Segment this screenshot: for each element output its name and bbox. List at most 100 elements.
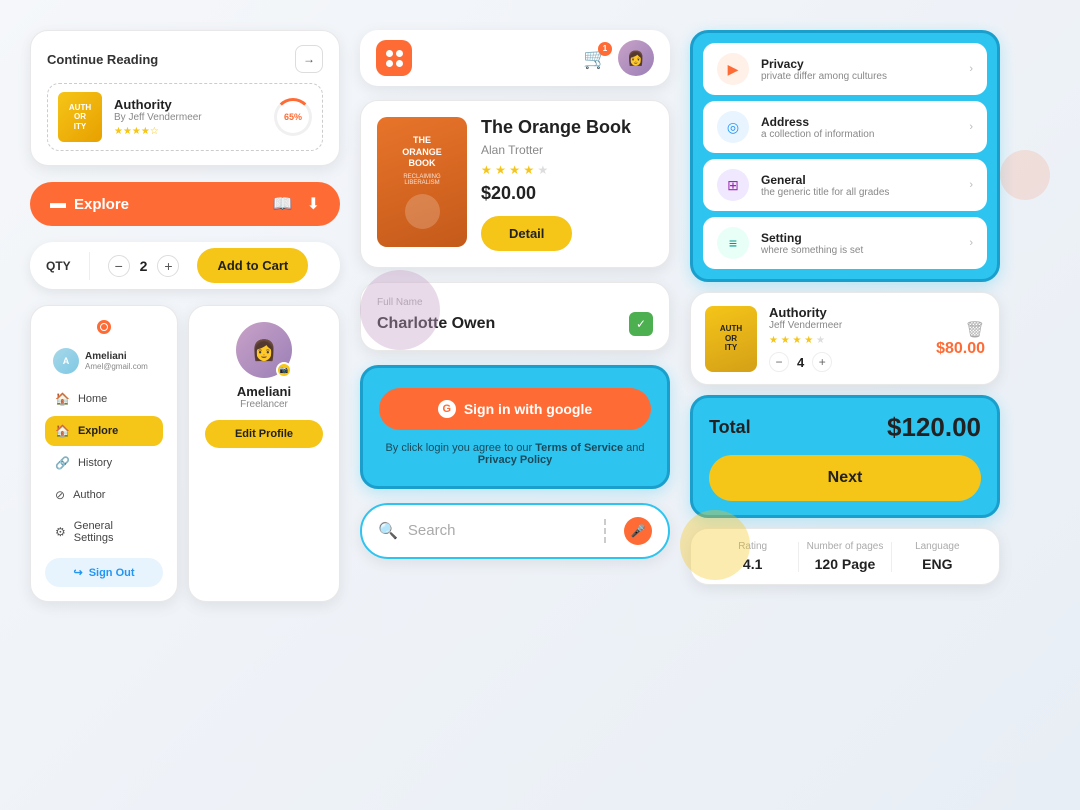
cart-book-title: Authority — [769, 305, 924, 320]
setting-sub: where something is set — [761, 245, 957, 256]
star-2: ★ — [495, 163, 506, 177]
sidebar-item-explore[interactable]: 🏠 Explore — [45, 416, 163, 446]
progress-value: 65% — [284, 112, 302, 122]
detail-button[interactable]: Detail — [481, 216, 572, 251]
total-label: Total — [709, 417, 751, 438]
settings-item-general[interactable]: ⊞ General the generic title for all grad… — [703, 159, 987, 211]
sidebar-item-general-settings[interactable]: ⚙ General Settings — [45, 512, 163, 552]
privacy-title: Privacy — [761, 57, 957, 71]
sidebar-item-author[interactable]: ⊘ Author — [45, 480, 163, 510]
history-icon: 🔗 — [55, 456, 70, 470]
stat-pages: Number of pages 120 Page — [799, 541, 890, 572]
header-bar: 🛒 1 👩 — [360, 30, 670, 86]
header-avatar[interactable]: 👩 — [618, 40, 654, 76]
cart-qty-row: − 4 + — [769, 352, 924, 372]
add-to-cart-button[interactable]: Add to Cart — [197, 248, 308, 283]
column-3: ▶ Privacy private differ among cultures … — [680, 30, 1010, 780]
privacy-policy-link[interactable]: Privacy Policy — [478, 454, 553, 466]
search-input[interactable]: Search — [408, 522, 586, 539]
book-thumbnail: AUTHORITY — [58, 92, 102, 142]
cart-badge: 1 — [598, 42, 612, 56]
book-cover-large: THEORANGEBOOK RECLAIMING LIBERALISM — [377, 117, 467, 247]
book-cover-figure — [405, 194, 440, 229]
profile-name: Ameliani — [205, 384, 323, 399]
menu-dot-2 — [396, 50, 403, 57]
rating-value: 4.1 — [707, 556, 798, 572]
menu-dot-4 — [396, 60, 403, 67]
star-1: ★ — [481, 163, 492, 177]
general-text: General the generic title for all grades — [761, 173, 957, 198]
general-settings-label: General Settings — [74, 520, 153, 544]
google-signin-button[interactable]: G Sign in with google — [379, 388, 651, 430]
bookmark-icon[interactable]: 📖 — [273, 194, 293, 214]
search-bar[interactable]: 🔍 Search 🎤 — [360, 503, 670, 559]
signout-button[interactable]: ↪ Sign Out — [45, 558, 163, 587]
cart-icon-wrapper[interactable]: 🛒 1 — [583, 46, 608, 71]
explore-bar[interactable]: ▬ Explore 📖 ⬇ — [30, 182, 340, 226]
sidebar-item-history[interactable]: 🔗 History — [45, 448, 163, 478]
sidebar-user-row[interactable]: A Ameliani Amel@gmail.com — [45, 342, 163, 380]
star-5: ★ — [537, 163, 548, 177]
cart-right: 🗑 $80.00 — [936, 320, 985, 358]
settings-item-privacy[interactable]: ▶ Privacy private differ among cultures … — [703, 43, 987, 95]
privacy-icon: ▶ — [717, 53, 749, 85]
continue-arrow-button[interactable]: → — [295, 45, 323, 73]
cart-qty-value: 4 — [797, 355, 804, 370]
menu-icon-button[interactable] — [376, 40, 412, 76]
book-product-info: The Orange Book Alan Trotter ★ ★ ★ ★ ★ $… — [481, 117, 631, 251]
explore-nav-icon: 🏠 — [55, 424, 70, 438]
signin-terms-prefix: By click login you agree to our — [385, 442, 535, 454]
book-thumb-text: AUTHORITY — [69, 103, 91, 132]
terms-of-service-link[interactable]: Terms of Service — [535, 442, 623, 454]
cart-star-2: ★ — [781, 335, 790, 346]
address-icon: ◎ — [717, 111, 749, 143]
general-chevron: › — [969, 179, 973, 191]
book-author: By Jeff Vendermeer — [114, 112, 262, 123]
form-value-row: Charlotte Owen ✓ — [377, 312, 653, 336]
form-value: Charlotte Owen — [377, 315, 495, 333]
cart-qty-decrease[interactable]: − — [769, 352, 789, 372]
column-2: 🛒 1 👩 THEORANGEBOOK RECLAIMING LIBERALIS… — [350, 30, 680, 780]
avatar-badge: 📷 — [276, 362, 292, 378]
stat-rating: Rating 4.1 — [707, 541, 798, 572]
language-label: Language — [892, 541, 983, 552]
sidebar-item-home[interactable]: 🏠 Home — [45, 384, 163, 414]
cart-book-thumb: AUTHORITY — [705, 306, 757, 372]
home-label: Home — [78, 393, 107, 405]
sidebar-indicator — [97, 320, 111, 334]
qty-value: 2 — [140, 258, 148, 274]
signin-and: and — [623, 442, 644, 454]
settings-item-address[interactable]: ◎ Address a collection of information › — [703, 101, 987, 153]
star-3: ★ — [509, 163, 520, 177]
history-label: History — [78, 457, 112, 469]
signin-terms: By click login you agree to our Terms of… — [379, 442, 651, 466]
download-icon[interactable]: ⬇ — [307, 194, 320, 214]
cart-qty-increase[interactable]: + — [812, 352, 832, 372]
author-label: Author — [73, 489, 105, 501]
qty-decrease-button[interactable]: − — [108, 255, 130, 277]
menu-dot-1 — [386, 50, 393, 57]
sidebar-user-avatar: A — [53, 348, 79, 374]
settings-item-setting[interactable]: ≡ Setting where something is set › — [703, 217, 987, 269]
author-icon: ⊘ — [55, 488, 65, 502]
address-sub: a collection of information — [761, 129, 957, 140]
edit-profile-button[interactable]: Edit Profile — [205, 420, 323, 448]
microphone-icon[interactable]: 🎤 — [624, 517, 652, 545]
setting-title: Setting — [761, 231, 957, 245]
stat-language: Language ENG — [892, 541, 983, 572]
setting-chevron: › — [969, 237, 973, 249]
book-stats-bar: Rating 4.1 Number of pages 120 Page Lang… — [690, 528, 1000, 585]
sidebar-card: A Ameliani Amel@gmail.com 🏠 Home 🏠 Explo… — [30, 305, 178, 602]
privacy-text: Privacy private differ among cultures — [761, 57, 957, 82]
settings-list: ▶ Privacy private differ among cultures … — [690, 30, 1000, 282]
delete-icon[interactable]: 🗑 — [965, 320, 985, 340]
language-value: ENG — [892, 556, 983, 572]
book-product-stars: ★ ★ ★ ★ ★ — [481, 163, 631, 177]
book-product-price: $20.00 — [481, 183, 631, 204]
profile-card: 👩 📷 Ameliani Freelancer Edit Profile — [188, 305, 340, 602]
next-button[interactable]: Next — [709, 455, 981, 501]
sidebar-user-info: Ameliani Amel@gmail.com — [85, 351, 148, 371]
book-product-author: Alan Trotter — [481, 143, 631, 157]
privacy-chevron: › — [969, 63, 973, 75]
qty-increase-button[interactable]: + — [157, 255, 179, 277]
